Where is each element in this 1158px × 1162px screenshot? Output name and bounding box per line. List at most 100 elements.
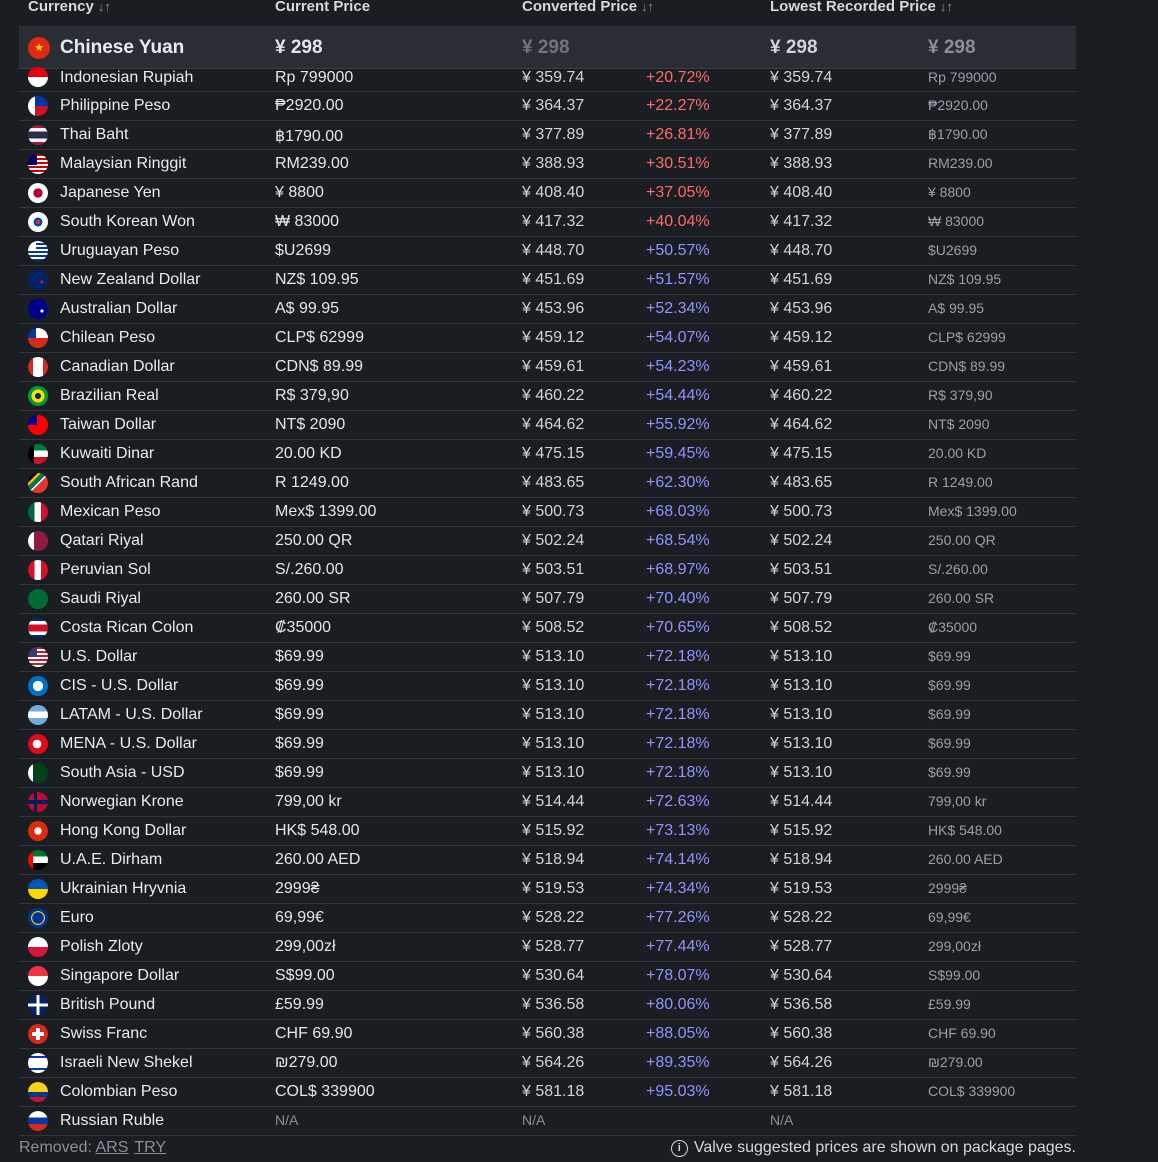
table-row: Ukrainian Hryvnia 2999₴ ¥ 519.53 +74.34% ¥ 5… <box>19 875 1076 904</box>
lowest-price-local: CLP$ 62999 <box>928 329 1006 345</box>
cis-flag-icon <box>28 676 48 696</box>
table-footer: Removed: ARS TRY i Valve suggested prices… <box>19 1137 1076 1159</box>
current-price: $69.99 <box>275 648 324 665</box>
table-row: Hong Kong Dollar HK$ 548.00 ¥ 515.92 +73.13… <box>19 817 1076 846</box>
lowest-price-local: $69.99 <box>928 677 971 693</box>
table-row: Qatari Riyal 250.00 QR ¥ 502.24 +68.54% ¥ 50… <box>19 527 1076 556</box>
table-row: Taiwan Dollar NT$ 2090 ¥ 464.62 +55.92% ¥ 46… <box>19 411 1076 440</box>
table-row: U.A.E. Dirham 260.00 AED ¥ 518.94 +74.14% ¥ … <box>19 846 1076 875</box>
price-difference-percent: +51.57% <box>646 271 710 288</box>
current-price: 260.00 SR <box>275 590 351 607</box>
price-difference-percent: +73.13% <box>646 822 710 839</box>
currency-name: Chilean Peso <box>60 329 156 346</box>
currency-name: Chinese Yuan <box>60 37 185 58</box>
converted-price: ¥ 500.73 <box>522 503 585 520</box>
lowest-price: ¥ 377.89 <box>770 126 833 143</box>
currency-name: Qatari Riyal <box>60 532 144 549</box>
lowest-price: ¥ 536.58 <box>770 996 833 1013</box>
price-difference-percent: +72.63% <box>646 793 710 810</box>
current-price: $69.99 <box>275 677 324 694</box>
lowest-price: ¥ 359.74 <box>770 69 833 86</box>
lowest-price-local: Mex$ 1399.00 <box>928 503 1017 519</box>
sort-icon[interactable]: ↓↑ <box>940 0 953 14</box>
thailand-flag-icon <box>28 125 48 145</box>
current-price: RM239.00 <box>275 155 349 172</box>
south-korea-flag-icon <box>28 212 48 232</box>
price-difference-percent: +74.14% <box>646 851 710 868</box>
indonesia-flag-icon <box>28 67 48 87</box>
price-difference-percent: +68.54% <box>646 532 710 549</box>
converted-price: ¥ 388.93 <box>522 155 585 172</box>
lowest-price: ¥ 513.10 <box>770 677 833 694</box>
current-price: ₱2920.00 <box>275 97 344 114</box>
lowest-price: ¥ 564.26 <box>770 1054 833 1071</box>
currency-name: Norwegian Krone <box>60 793 184 810</box>
converted-price: ¥ 448.70 <box>522 242 585 259</box>
currency-name: Israeli New Shekel <box>60 1054 193 1071</box>
lowest-price-local: 2999₴ <box>928 880 967 896</box>
current-price: ₪279.00 <box>275 1054 338 1071</box>
lowest-price-local: COL$ 339900 <box>928 1083 1016 1099</box>
converted-price: ¥ 514.44 <box>522 793 585 810</box>
converted-price: ¥ 536.58 <box>522 996 585 1013</box>
price-difference-percent: +72.18% <box>646 648 710 665</box>
ukraine-flag-icon <box>28 879 48 899</box>
lowest-price-local: 260.00 SR <box>928 590 995 606</box>
current-price: NT$ 2090 <box>275 416 346 433</box>
lowest-price-local: R$ 379,90 <box>928 387 993 403</box>
converted-price: ¥ 581.18 <box>522 1083 585 1100</box>
price-difference-percent: +95.03% <box>646 1083 710 1100</box>
current-price: HK$ 548.00 <box>275 822 360 839</box>
currency-name: Singapore Dollar <box>60 967 180 984</box>
price-difference-percent: +50.57% <box>646 242 710 259</box>
header-converted-price-label: Converted Price <box>522 0 638 15</box>
price-difference-percent: +20.72% <box>646 69 710 86</box>
current-price: 250.00 QR <box>275 532 353 549</box>
current-price: Rp 799000 <box>275 69 354 86</box>
header-currency[interactable]: Currency ↓↑ <box>28 0 111 15</box>
table-row: Saudi Riyal 260.00 SR ¥ 507.79 +70.40% ¥ 507… <box>19 585 1076 614</box>
lowest-price-local: NZ$ 109.95 <box>928 271 1002 287</box>
footer-note-text: Valve suggested prices are shown on pack… <box>693 1139 1076 1156</box>
lowest-price-local: $69.99 <box>928 706 971 722</box>
table-header: Currency ↓↑ Current Price Converted Price… <box>19 0 1076 27</box>
price-difference-percent: +72.18% <box>646 735 710 752</box>
converted-price: ¥ 513.10 <box>522 706 585 723</box>
lowest-price: ¥ 502.24 <box>770 532 833 549</box>
table-row: Philippine Peso ₱2920.00 ¥ 364.37 +22.27% ¥ … <box>19 92 1076 121</box>
new-zealand-flag-icon <box>28 270 48 290</box>
lowest-price-local: ¥ 298 <box>928 37 976 58</box>
currency-name: Indonesian Rupiah <box>60 69 194 86</box>
header-current-price-label: Current Price <box>275 0 371 15</box>
current-price: NZ$ 109.95 <box>275 271 359 288</box>
table-row: South Asia - USD $69.99 ¥ 513.10 +72.18% ¥ 5… <box>19 759 1076 788</box>
lowest-price-local: R 1249.00 <box>928 474 993 490</box>
currency-name: Thai Baht <box>60 126 129 143</box>
removed-link-ars[interactable]: ARS <box>95 1139 128 1156</box>
header-current-price: Current Price <box>275 0 370 15</box>
lowest-price: ¥ 298 <box>770 37 818 58</box>
price-difference-percent: +62.30% <box>646 474 710 491</box>
converted-price: ¥ 359.74 <box>522 69 585 86</box>
converted-price: ¥ 408.40 <box>522 184 585 201</box>
price-difference-percent: +52.34% <box>646 300 710 317</box>
lowest-price: ¥ 460.22 <box>770 387 833 404</box>
currency-name: New Zealand Dollar <box>60 271 201 288</box>
lowest-price-local: $U2699 <box>928 242 978 258</box>
sort-icon[interactable]: ↓↑ <box>641 0 654 14</box>
lowest-price: ¥ 388.93 <box>770 155 833 172</box>
converted-price: ¥ 377.89 <box>522 126 585 143</box>
header-converted-price[interactable]: Converted Price ↓↑ <box>522 0 654 15</box>
sort-icon[interactable]: ↓↑ <box>98 0 111 14</box>
header-lowest-recorded-price[interactable]: Lowest Recorded Price ↓↑ <box>770 0 953 15</box>
current-price: A$ 99.95 <box>275 300 340 317</box>
table-row: Indonesian Rupiah Rp 799000 ¥ 359.74 +20.72… <box>19 67 1076 92</box>
uruguay-flag-icon <box>28 241 48 261</box>
converted-price: ¥ 560.38 <box>522 1025 585 1042</box>
lowest-price: ¥ 459.12 <box>770 329 833 346</box>
currency-name: U.A.E. Dirham <box>60 851 163 868</box>
current-price: 20.00 KD <box>275 445 342 462</box>
price-difference-percent: +72.18% <box>646 677 710 694</box>
converted-price: ¥ 518.94 <box>522 851 585 868</box>
removed-link-try[interactable]: TRY <box>134 1139 166 1156</box>
